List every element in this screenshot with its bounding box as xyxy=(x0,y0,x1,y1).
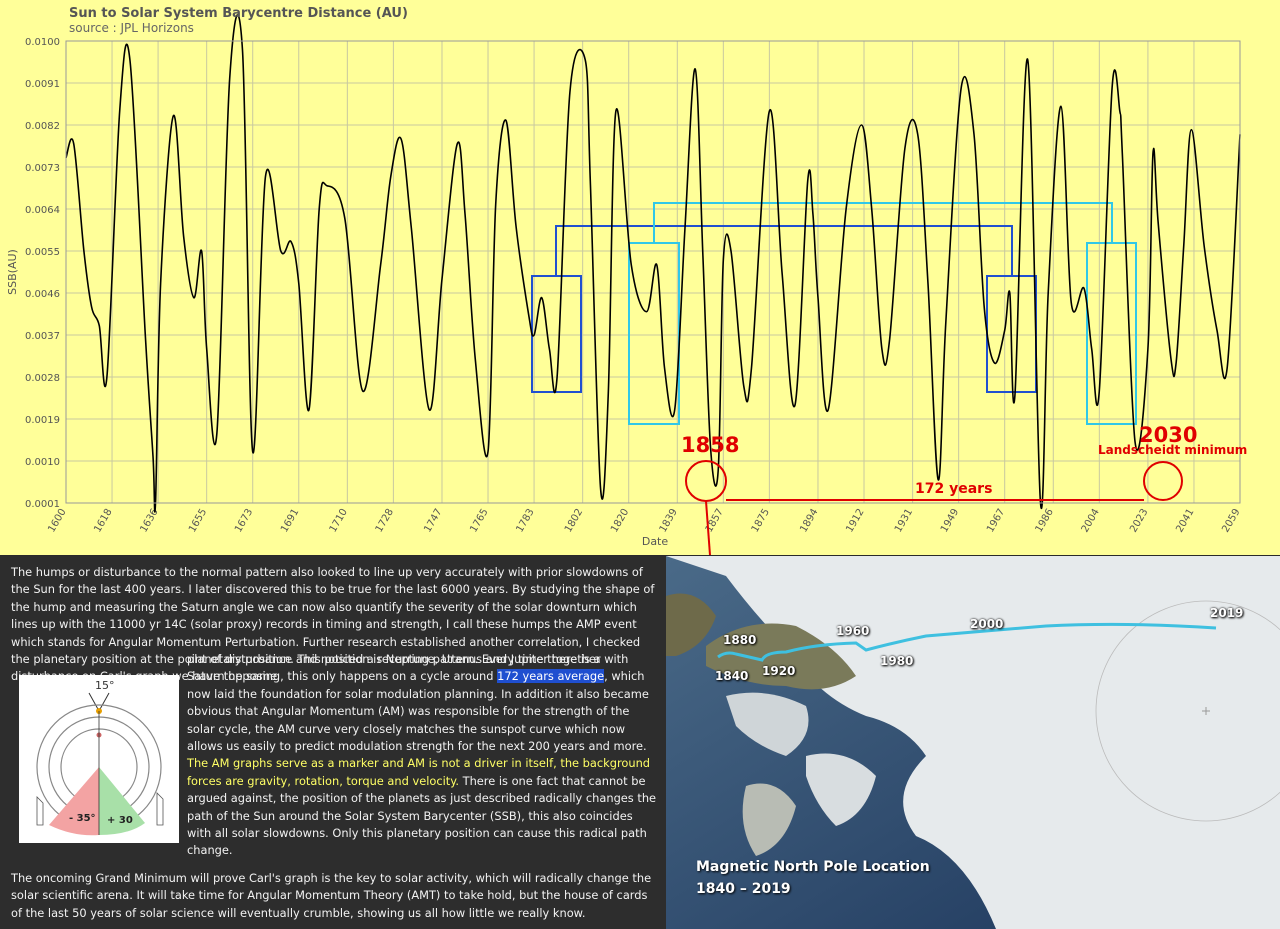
y-tick-label: 0.0064 xyxy=(25,205,60,216)
x-tick-label: 1839 xyxy=(658,507,680,535)
x-tick-label: 2059 xyxy=(1220,507,1242,535)
map-caption-title: Magnetic North Pole Location xyxy=(696,859,930,875)
diagram-angle-left: - 35° xyxy=(69,813,96,824)
x-tick-label: 1820 xyxy=(609,507,631,535)
annotation-circle-2030 xyxy=(1143,461,1183,501)
article-text-panel: The humps or disturbance to the normal p… xyxy=(0,556,666,929)
x-tick-label: 1691 xyxy=(279,507,301,535)
x-tick-label: 1912 xyxy=(844,507,866,535)
x-tick-label: 1931 xyxy=(893,507,915,535)
x-tick-label: 2004 xyxy=(1080,507,1102,535)
map-year-2019: 2019 xyxy=(1210,606,1244,620)
y-tick-label: 0.0019 xyxy=(25,415,60,426)
highlight-172-years: 172 years average xyxy=(497,669,605,684)
series-line-ssb xyxy=(65,14,1241,513)
map-year-1980: 1980 xyxy=(880,654,914,668)
x-tick-label: 1655 xyxy=(187,507,209,535)
y-tick-label: 0.0001 xyxy=(25,499,60,510)
x-tick-label: 1618 xyxy=(92,507,114,535)
grid-lines xyxy=(65,40,1241,504)
x-tick-label: 1728 xyxy=(374,507,396,535)
x-tick-label: 2041 xyxy=(1174,507,1196,535)
y-tick-label: 0.0046 xyxy=(25,289,60,300)
chart-panel: 0.0100 0.0091 0.0082 0.0073 0.0064 0.0055 0.00… xyxy=(0,0,1280,555)
paragraph-2: planetary position. This position is Nep… xyxy=(187,651,657,860)
map-year-2000: 2000 xyxy=(970,617,1004,631)
x-tick-label: 2023 xyxy=(1128,507,1150,535)
ssb-distance-chart: 0.0100 0.0091 0.0082 0.0073 0.0064 0.0055 0.00… xyxy=(6,14,1247,555)
y-axis-label: SSB(AU) xyxy=(6,249,19,295)
x-tick-label: 1949 xyxy=(939,507,961,535)
x-tick-label: 1894 xyxy=(798,507,820,535)
x-tick-label: 1967 xyxy=(985,507,1007,535)
map-year-1960: 1960 xyxy=(836,624,870,638)
planet-angle-diagram: 15° - 35° + 30 xyxy=(19,675,179,843)
x-tick-label: 1710 xyxy=(328,507,350,535)
x-tick-label: 1765 xyxy=(468,507,490,535)
x-axis-label: Date xyxy=(642,535,669,548)
annotation-year-1858: 1858 xyxy=(681,433,739,457)
x-tick-label: 1636 xyxy=(138,507,160,535)
y-tick-label: 0.0010 xyxy=(25,457,60,468)
y-tick-label: 0.0100 xyxy=(25,37,60,48)
diagram-angle-right: + 30 xyxy=(107,815,133,826)
x-tick-label: 1600 xyxy=(46,507,68,535)
map-caption-range: 1840 – 2019 xyxy=(696,881,791,897)
y-tick-label: 0.0055 xyxy=(25,247,60,258)
x-tick-label: 1673 xyxy=(233,507,255,535)
y-tick-label: 0.0028 xyxy=(25,373,60,384)
y-tick-label: 0.0082 xyxy=(25,121,60,132)
x-tick-label: 1783 xyxy=(514,507,536,535)
plot-frame xyxy=(65,40,1241,504)
chart-subtitle: source : JPL Horizons xyxy=(69,21,194,35)
annotation-172-years: 172 years xyxy=(915,481,992,497)
x-tick-label: 1747 xyxy=(422,507,444,535)
magnetic-pole-map: 1880 1840 1920 1960 1980 2000 2019 Magne… xyxy=(666,556,1280,929)
annotation-circle-1858 xyxy=(685,460,727,502)
x-tick-label: 1986 xyxy=(1034,507,1056,535)
x-tick-label: 1802 xyxy=(563,507,585,535)
diagram-angle-top: 15° xyxy=(95,679,115,692)
y-tick-label: 0.0073 xyxy=(25,163,60,174)
y-tick-label: 0.0037 xyxy=(25,331,60,342)
x-tick-label: 1875 xyxy=(750,507,772,535)
chart-title: Sun to Solar System Barycentre Distance … xyxy=(69,6,408,21)
map-year-1920: 1920 xyxy=(762,664,796,678)
diagram-red-sector xyxy=(49,767,99,836)
map-year-1840: 1840 xyxy=(715,669,749,683)
annotation-landscheidt: Landscheidt minimum xyxy=(1098,443,1247,457)
y-tick-label: 0.0091 xyxy=(25,79,60,90)
paragraph-3: The oncoming Grand Minimum will prove Ca… xyxy=(11,871,652,920)
map-year-1880: 1880 xyxy=(723,633,757,647)
